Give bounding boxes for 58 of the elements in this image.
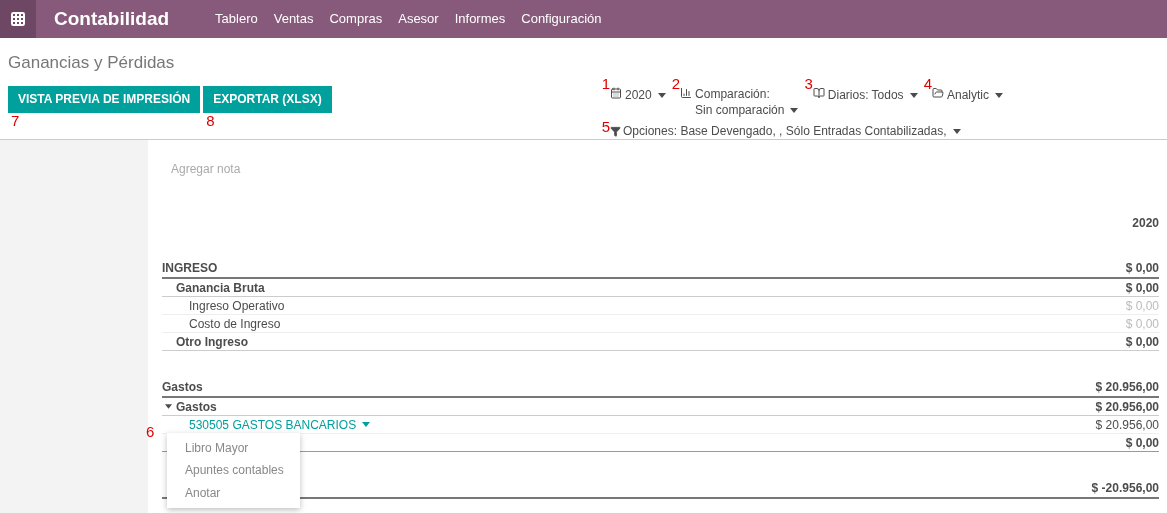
- action-button[interactable]: VISTA PREVIA DE IMPRESIÓN: [8, 85, 201, 113]
- filter-dropdown[interactable]: Analytic: [931, 86, 1003, 104]
- options-dropdown[interactable]: Opciones: Base Devengado, , Sólo Entradas Contabilizadas,: [610, 122, 961, 140]
- action-button[interactable]: EXPORTAR (XLSX): [203, 85, 332, 113]
- caret-icon: [909, 92, 918, 98]
- calendar-icon: [610, 87, 622, 99]
- amount: $ 0,00: [1125, 279, 1159, 297]
- section-label: Gastos: [162, 379, 203, 396]
- caret-icon: [362, 422, 371, 427]
- annotation-number: 3: [804, 76, 813, 91]
- app-title: Contabilidad: [54, 6, 170, 31]
- menu-item[interactable]: Asesor: [398, 9, 439, 29]
- amount: $ 20.956,00: [1095, 379, 1159, 396]
- annotation-number: 7: [11, 111, 20, 129]
- filter-dropdown[interactable]: 2020: [610, 86, 666, 104]
- chart-icon: [680, 87, 693, 99]
- menu-item[interactable]: Informes: [454, 9, 506, 29]
- amount: $ 20.956,00: [1095, 416, 1159, 434]
- menu-item[interactable]: Ventas: [273, 9, 314, 29]
- book-icon: [812, 87, 825, 99]
- menu-item[interactable]: Configuración: [521, 9, 602, 29]
- menu-item[interactable]: Tablero: [215, 9, 258, 29]
- amount: $ 0,00: [1125, 434, 1159, 452]
- column-header: 2020: [1132, 215, 1159, 232]
- amount: $ 0,00: [1125, 333, 1159, 351]
- line-label: Ingreso Operativo: [188, 297, 285, 315]
- annotation-number: 5: [601, 119, 610, 134]
- annotation-number: 6: [146, 422, 155, 440]
- apps-menu-icon[interactable]: [0, 0, 36, 38]
- line-label: Costo de Ingreso: [188, 315, 281, 333]
- menu-item[interactable]: Compras: [329, 9, 383, 29]
- amount: $ 0,00: [1125, 260, 1159, 277]
- expanded-caret-icon: [165, 404, 172, 409]
- caret-icon: [995, 92, 1003, 98]
- amount: $ 0,00: [1125, 297, 1159, 315]
- caret-icon: [952, 128, 961, 134]
- menu-option[interactable]: Libro Mayor: [167, 436, 300, 459]
- annotation-number: 4: [923, 76, 932, 91]
- folder-icon: [931, 87, 944, 99]
- group-toggle[interactable]: Gastos: [162, 397, 217, 416]
- account-link[interactable]: 530505 GASTOS BANCARIOS: [189, 415, 371, 434]
- annotation-number: 1: [601, 76, 610, 91]
- page-title: Ganancias y Pérdidas: [8, 52, 176, 74]
- filter-icon: [610, 125, 621, 137]
- section-label: INGRESO: [162, 260, 218, 277]
- group-toggle[interactable]: Otro Ingreso: [162, 332, 248, 351]
- menu-option[interactable]: Anotar: [167, 481, 300, 504]
- amount: $ -20.956,00: [1091, 480, 1159, 497]
- filter-dropdown[interactable]: Diarios: Todos: [812, 86, 918, 104]
- caret-icon: [657, 92, 666, 98]
- annotation-number: 2: [671, 76, 681, 91]
- amount: $ 20.956,00: [1095, 398, 1159, 416]
- group-toggle[interactable]: Ganancia Bruta: [162, 278, 265, 297]
- amount: $ 0,00: [1125, 315, 1159, 333]
- caret-icon: [790, 107, 799, 113]
- annotation-number: 8: [206, 111, 215, 129]
- filter-dropdown[interactable]: Comparación: Sin comparación: [680, 86, 799, 118]
- menu-option[interactable]: Apuntes contables: [167, 459, 300, 482]
